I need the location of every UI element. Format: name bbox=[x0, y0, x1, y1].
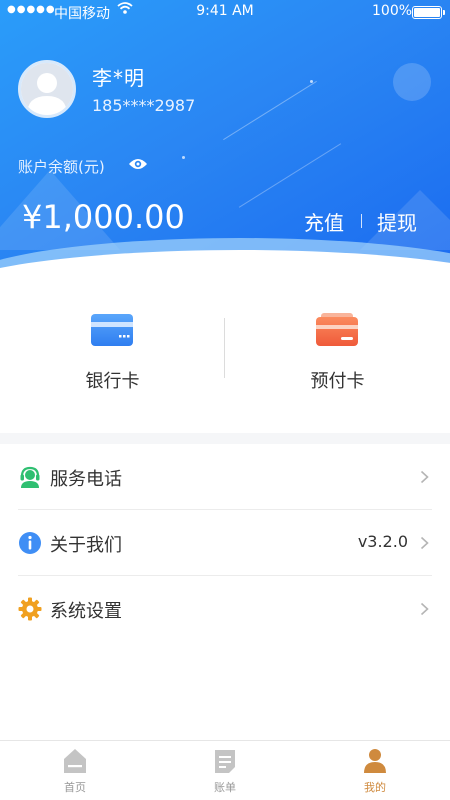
tab-home[interactable]: 首页 bbox=[0, 741, 150, 800]
chevron-right-icon bbox=[420, 470, 429, 484]
menu-item-service-phone[interactable]: 服务电话 bbox=[0, 444, 450, 510]
prepaid-card-icon bbox=[316, 313, 358, 346]
balance-amount: ¥1,000.00 bbox=[22, 198, 185, 236]
user-name: 李*明 bbox=[92, 66, 145, 90]
menu-item-system-settings[interactable]: 系统设置 bbox=[0, 576, 450, 642]
menu-label: 服务电话 bbox=[50, 469, 122, 490]
chevron-right-icon bbox=[420, 536, 429, 550]
tab-bar: 首页 账单 我的 bbox=[0, 740, 450, 800]
account-header: ●●●●● 中国移动 9:41 AM 100% 李*明 185****2987 … bbox=[0, 0, 450, 285]
profile-icon bbox=[364, 749, 386, 773]
recharge-button[interactable]: 充值 bbox=[304, 207, 344, 236]
divider bbox=[361, 214, 362, 228]
withdraw-button[interactable]: 提现 bbox=[377, 207, 417, 236]
streak-decoration bbox=[223, 80, 317, 141]
chevron-right-icon bbox=[420, 602, 429, 616]
menu-item-about-us[interactable]: 关于我们 v3.2.0 bbox=[0, 510, 450, 576]
bill-icon bbox=[215, 750, 235, 773]
settings-menu: 服务电话 关于我们 v3.2.0 系统设置 bbox=[0, 444, 450, 740]
version-text: v3.2.0 bbox=[357, 532, 408, 551]
menu-label: 系统设置 bbox=[50, 601, 122, 622]
user-phone: 185****2987 bbox=[92, 96, 196, 115]
gear-icon bbox=[18, 597, 42, 621]
tab-label: 首页 bbox=[64, 781, 86, 794]
prepaid-card-label: 预付卡 bbox=[310, 371, 365, 392]
star-decoration bbox=[310, 80, 313, 83]
battery-percentage: 100% bbox=[372, 3, 413, 19]
tab-mine[interactable]: 我的 bbox=[300, 741, 450, 800]
tab-label: 账单 bbox=[214, 781, 236, 794]
bank-card-icon bbox=[91, 314, 133, 346]
status-bar: ●●●●● 中国移动 9:41 AM 100% bbox=[0, 0, 450, 24]
prepaid-card-button[interactable]: 预付卡 bbox=[225, 285, 450, 433]
battery-icon bbox=[412, 6, 445, 19]
bank-card-button[interactable]: 银行卡 bbox=[0, 285, 225, 433]
bank-card-label: 银行卡 bbox=[85, 371, 140, 392]
star-decoration bbox=[182, 156, 185, 159]
avatar[interactable] bbox=[18, 60, 76, 118]
tab-bill[interactable]: 账单 bbox=[150, 741, 300, 800]
tab-label: 我的 bbox=[364, 781, 386, 794]
info-icon bbox=[19, 532, 41, 554]
streak-decoration bbox=[238, 143, 342, 208]
card-section: 银行卡 预付卡 bbox=[0, 285, 450, 433]
eye-icon[interactable] bbox=[128, 157, 148, 171]
bubble-decoration bbox=[393, 63, 431, 101]
customer-service-icon bbox=[20, 466, 40, 488]
menu-label: 关于我们 bbox=[50, 535, 122, 556]
balance-label: 账户余额(元) bbox=[18, 158, 105, 176]
user-avatar-icon bbox=[21, 63, 73, 115]
home-icon bbox=[64, 749, 86, 773]
